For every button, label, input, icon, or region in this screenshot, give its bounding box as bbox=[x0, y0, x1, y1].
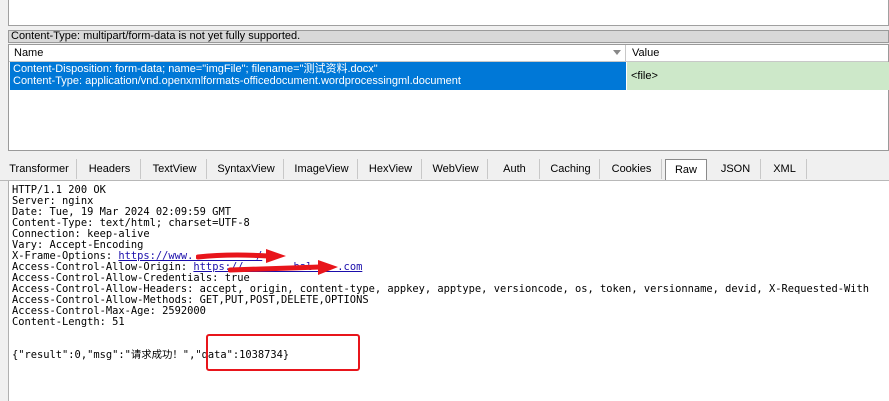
request-top-area bbox=[0, 0, 889, 30]
tab-syntaxview[interactable]: SyntaxView bbox=[209, 159, 284, 179]
row-name-line1: Content-Disposition: form-data; name="im… bbox=[13, 63, 378, 75]
sort-down-icon[interactable] bbox=[613, 50, 621, 55]
raw-response-view[interactable]: HTTP/1.1 200 OK Server: nginx Date: Tue, 1… bbox=[8, 181, 889, 401]
request-body-panel[interactable] bbox=[8, 0, 889, 26]
annotation-arrow-icon-2 bbox=[228, 260, 338, 275]
column-header-name[interactable]: Name bbox=[9, 45, 626, 61]
column-header-value[interactable]: Value bbox=[627, 45, 889, 61]
tab-raw[interactable]: Raw bbox=[665, 159, 707, 180]
grid-row-selected[interactable]: Content-Disposition: form-data; name="im… bbox=[10, 62, 626, 90]
tab-transformer[interactable]: Transformer bbox=[2, 159, 77, 179]
response-inspector-tabs: Transformer Headers TextView SyntaxView … bbox=[0, 158, 889, 181]
tab-hexview[interactable]: HexView bbox=[360, 159, 422, 179]
tab-cookies[interactable]: Cookies bbox=[602, 159, 662, 179]
annotation-highlight-box bbox=[206, 334, 360, 371]
response-body-json: {"result":0,"msg":"请求成功！","data":1038734… bbox=[12, 349, 290, 361]
multipart-parts-grid[interactable]: Name Value Content-Disposition: form-dat… bbox=[8, 44, 889, 151]
status-line: HTTP/1.1 200 OK bbox=[12, 184, 106, 196]
column-header-name-label: Name bbox=[14, 47, 44, 59]
tab-headers[interactable]: Headers bbox=[79, 159, 141, 179]
tab-webview[interactable]: WebView bbox=[424, 159, 488, 179]
row-value-text: <file> bbox=[631, 70, 658, 82]
header-content-length: Content-Length: 51 bbox=[12, 316, 125, 328]
tab-textview[interactable]: TextView bbox=[143, 159, 207, 179]
header-body-gap bbox=[12, 328, 889, 339]
panel-splitter[interactable] bbox=[0, 151, 889, 157]
content-type-warning-text: Content-Type: multipart/form-data is not… bbox=[11, 30, 301, 42]
tab-caching[interactable]: Caching bbox=[542, 159, 600, 179]
tab-imageview[interactable]: ImageView bbox=[286, 159, 358, 179]
header-acma: Access-Control-Max-Age: 2592000 bbox=[12, 305, 206, 317]
content-type-warning-bar: Content-Type: multipart/form-data is not… bbox=[8, 30, 889, 43]
column-header-value-label: Value bbox=[632, 47, 660, 59]
tab-auth[interactable]: Auth bbox=[490, 159, 540, 179]
grid-header: Name Value bbox=[9, 45, 888, 62]
header-connection: Connection: keep-alive bbox=[12, 228, 150, 240]
grid-row-value-cell[interactable]: <file> bbox=[627, 62, 889, 90]
tab-json[interactable]: JSON bbox=[711, 159, 761, 179]
tab-xml[interactable]: XML bbox=[763, 159, 807, 179]
row-name-line2: Content-Type: application/vnd.openxmlfor… bbox=[13, 75, 461, 87]
